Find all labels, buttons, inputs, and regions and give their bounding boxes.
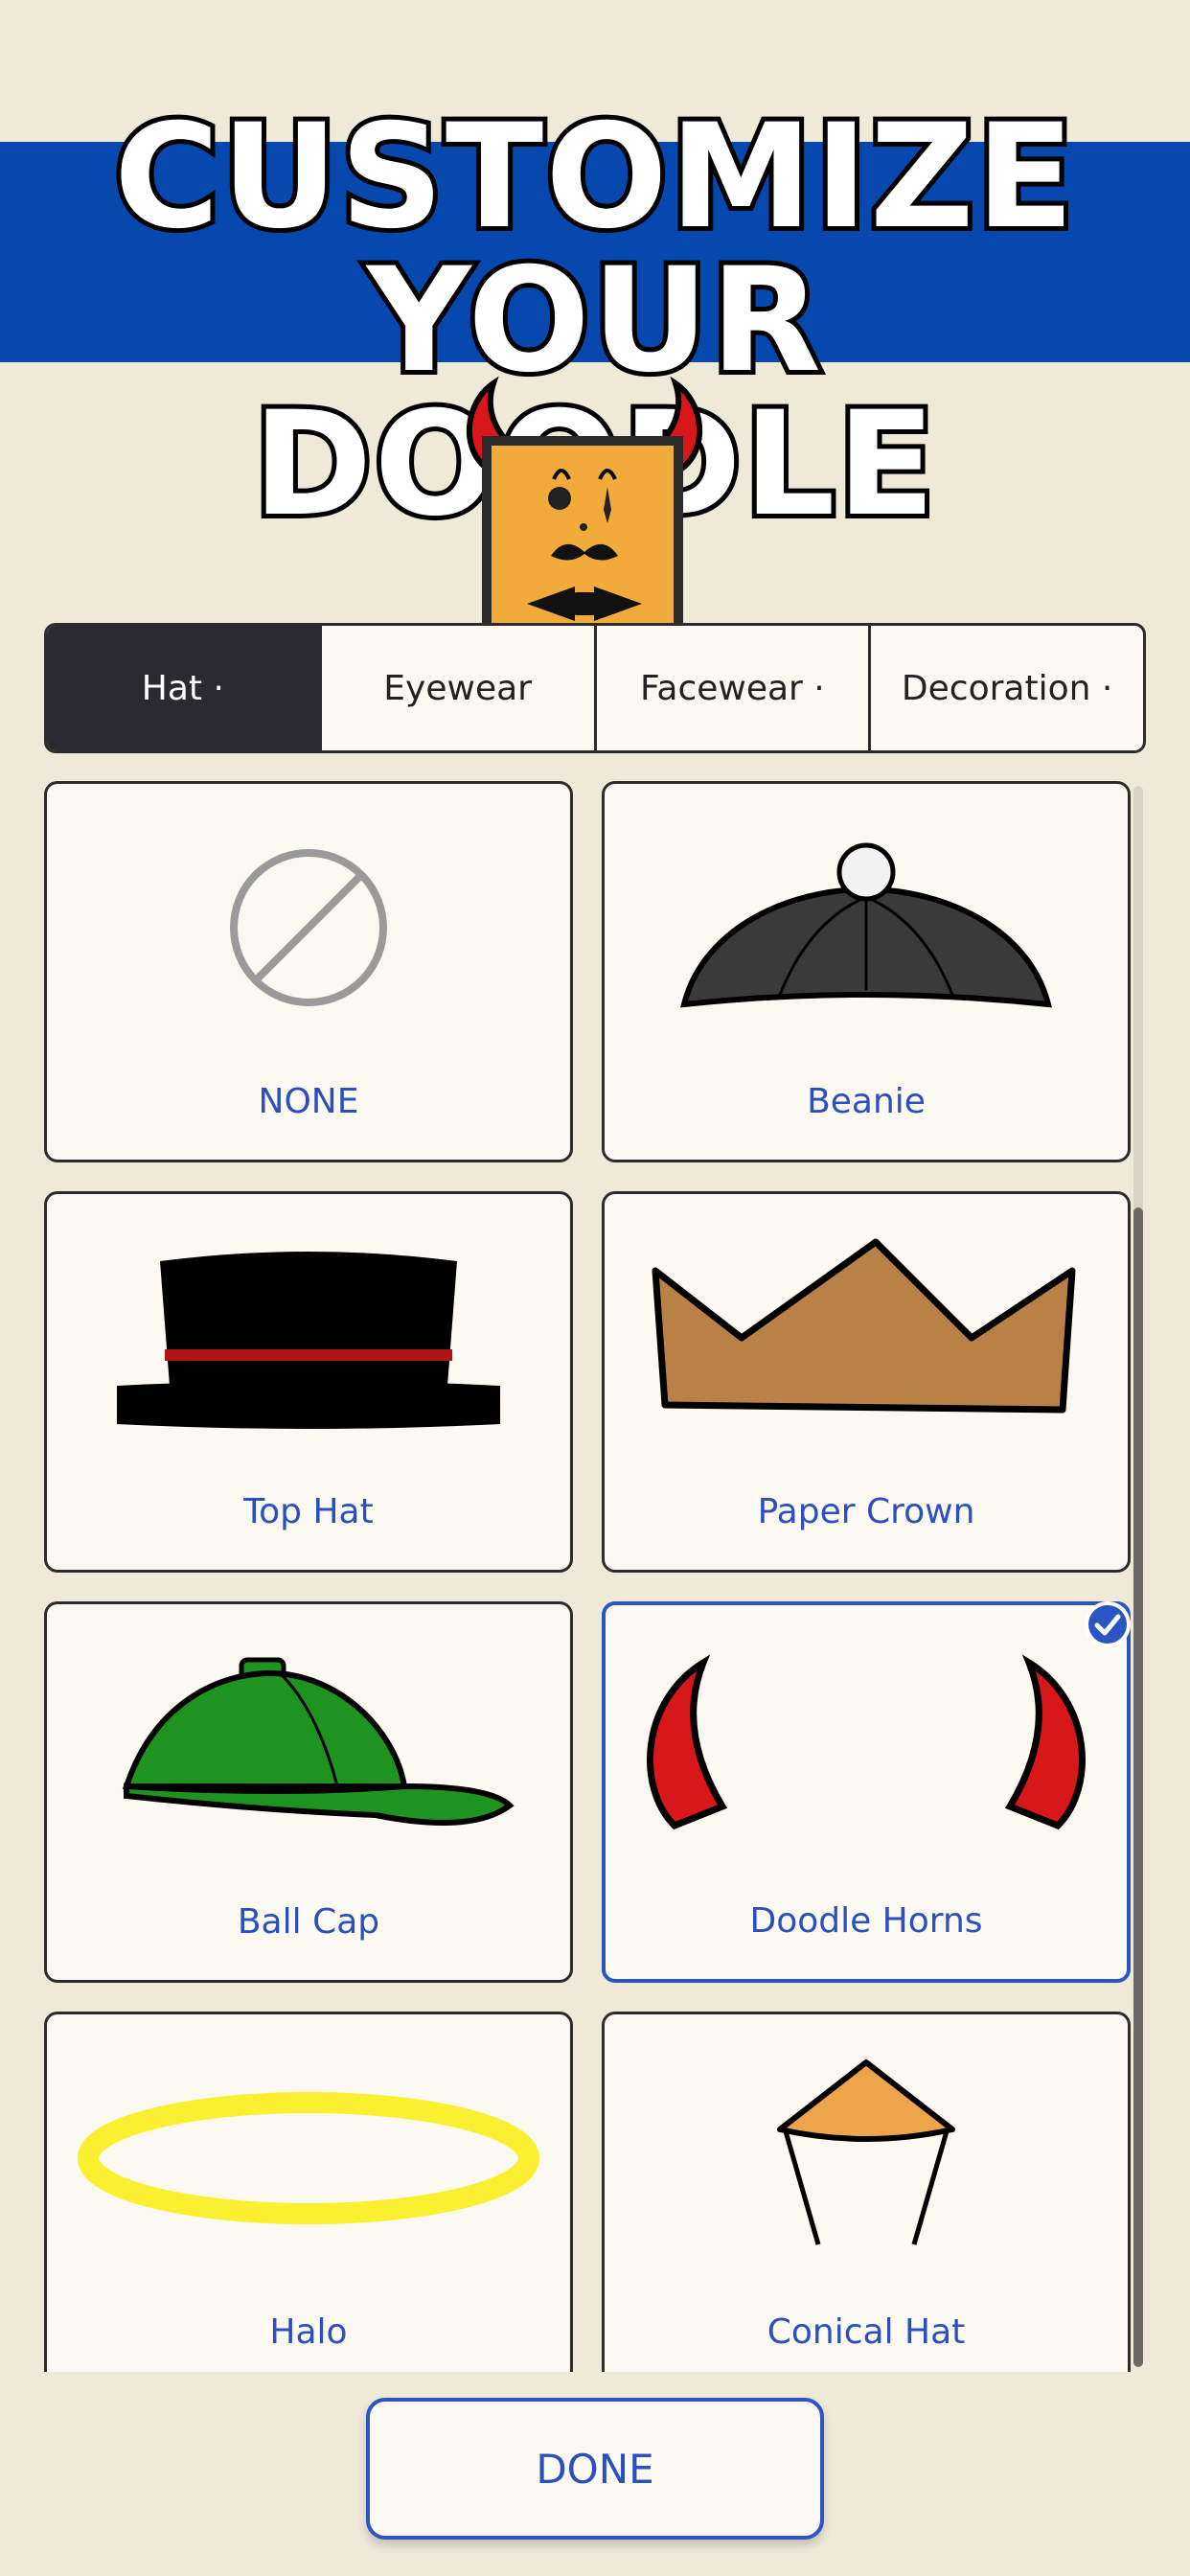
item-card-paper-crown[interactable]: Paper Crown	[602, 1191, 1131, 1573]
item-card-top-hat[interactable]: Top Hat	[44, 1191, 573, 1573]
item-label: Conical Hat	[767, 2312, 966, 2352]
item-card-halo[interactable]: Halo	[44, 2012, 573, 2372]
item-label: Paper Crown	[757, 1492, 975, 1531]
scrollbar-thumb[interactable]	[1133, 1208, 1143, 2367]
doodle-avatar-preview	[467, 376, 702, 637]
tab-decoration[interactable]: Decoration ·	[868, 626, 1143, 750]
tab-facewear[interactable]: Facewear ·	[593, 626, 869, 750]
none-icon	[230, 849, 387, 1006]
done-button[interactable]: DONE	[366, 2398, 824, 2540]
ball-cap-icon	[122, 1657, 515, 1826]
category-tabs: Hat · Eyewear Facewear · Decoration ·	[44, 623, 1146, 753]
selected-check-icon	[1085, 1601, 1131, 1647]
top-hat-icon	[117, 1252, 500, 1429]
tab-eyewear[interactable]: Eyewear	[318, 626, 594, 750]
item-label: Ball Cap	[237, 1902, 380, 1942]
conical-hat-icon	[777, 2059, 955, 2245]
item-label: Top Hat	[243, 1492, 374, 1531]
item-card-ball-cap[interactable]: Ball Cap	[44, 1601, 573, 1983]
item-grid: NONE Beanie Top Hat Paper Crown Ball Cap…	[44, 781, 1146, 2372]
grid-scrollbar[interactable]	[1133, 786, 1143, 2367]
item-label: NONE	[258, 1082, 359, 1121]
beanie-icon	[680, 842, 1052, 1008]
item-label: Beanie	[807, 1082, 926, 1121]
doodle-horns-icon	[647, 1654, 1086, 1830]
item-label: Halo	[269, 2312, 348, 2352]
item-card-conical-hat[interactable]: Conical Hat	[602, 2012, 1131, 2372]
item-grid-scroll[interactable]: NONE Beanie Top Hat Paper Crown Ball Cap…	[44, 781, 1146, 2372]
paper-crown-icon	[652, 1238, 1076, 1414]
item-card-doodle-horns[interactable]: Doodle Horns	[602, 1601, 1131, 1983]
halo-icon	[78, 2092, 539, 2224]
title-line-1: CUSTOMIZE	[109, 94, 1079, 261]
tab-hat[interactable]: Hat ·	[47, 626, 319, 750]
item-label: Doodle Horns	[749, 1901, 983, 1941]
item-card-beanie[interactable]: Beanie	[602, 781, 1131, 1162]
item-card-none[interactable]: NONE	[44, 781, 573, 1162]
